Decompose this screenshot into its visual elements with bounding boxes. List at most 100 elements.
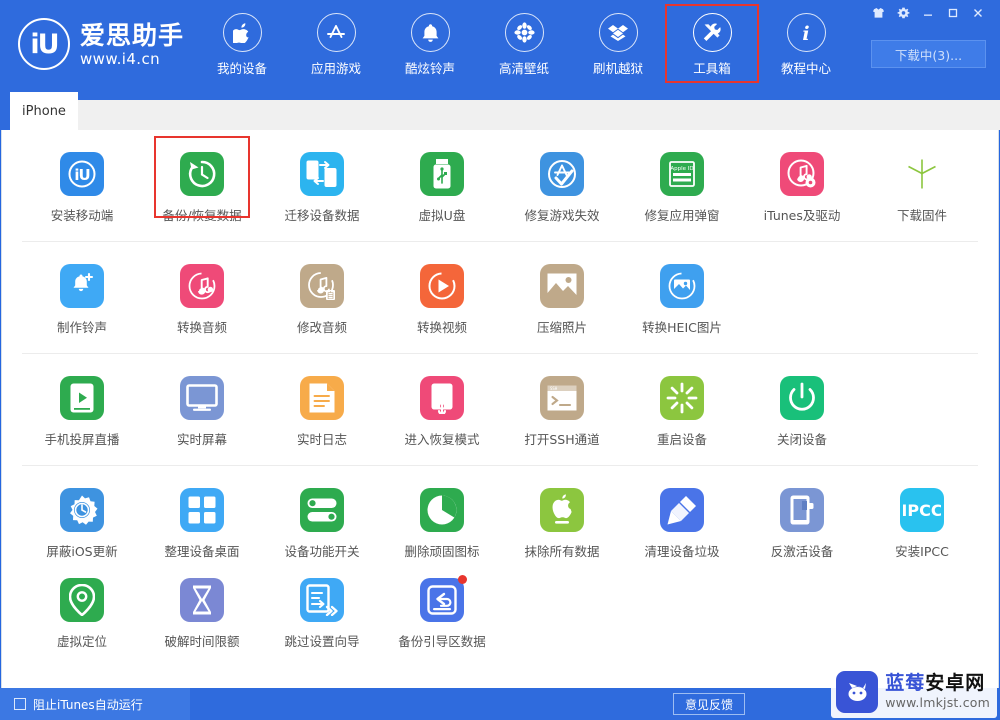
tool-item-label: 进入恢复模式: [404, 432, 480, 447]
gear-icon[interactable]: [891, 3, 915, 23]
tool-item[interactable]: 下载固件: [862, 130, 982, 224]
power-off-icon: [780, 376, 824, 420]
tool-item-label: 备份/恢复数据: [162, 208, 242, 223]
tool-item[interactable]: 删除顽固图标: [382, 466, 502, 560]
top-navigation-bar: iU 爱思助手 www.i4.cn 我的设备 应用游戏 酷炫铃声 高清壁纸 刷机越狱 工具…: [0, 0, 1000, 88]
toolbox-content: iU 安装移动端 备份/恢复数据 迁移设备数据 虚拟U盘 修复游戏失效 Apple ID 修复…: [1, 130, 999, 688]
bell-icon: [410, 13, 450, 52]
itunes-driver-icon: [780, 152, 824, 196]
itunes-block-area: 阻止iTunes自动运行: [0, 688, 190, 720]
tool-item[interactable]: 进入恢复模式: [382, 354, 502, 448]
audio-edit-icon: 自: [300, 264, 344, 308]
nav-item-3[interactable]: 酷炫铃声: [383, 10, 477, 80]
tool-item[interactable]: 备份/恢复数据: [142, 130, 262, 224]
nav-item-2[interactable]: 应用游戏: [289, 10, 383, 80]
tool-item[interactable]: iU 安装移动端: [22, 130, 142, 224]
tool-item-label: iTunes及驱动: [763, 208, 841, 223]
download-status-button[interactable]: 下载中(3)...: [871, 40, 986, 68]
tool-row-5: 虚拟定位 破解时间限额 跳过设置向导 备份引导区数据: [2, 556, 998, 666]
tool-item-label: 打开SSH通道: [524, 432, 600, 447]
notification-badge: [458, 575, 467, 584]
tool-item-label: 制作铃声: [56, 320, 107, 335]
minimize-icon[interactable]: [916, 3, 940, 23]
i4-logo-icon: iU: [18, 18, 70, 70]
tool-item-label: 手机投屏直播: [44, 432, 120, 447]
tool-item[interactable]: 反激活设备: [742, 466, 862, 560]
tool-item[interactable]: 清理设备垃圾: [622, 466, 742, 560]
watermark: 蓝莓安卓网 www.lmkjst.com: [831, 666, 997, 718]
nav-item-label: 应用游戏: [310, 61, 361, 76]
tool-item[interactable]: 转换音频: [142, 242, 262, 336]
block-itunes-checkbox[interactable]: [14, 698, 26, 710]
svg-text:自: 自: [327, 290, 335, 300]
tool-item-label: 安装移动端: [50, 208, 114, 223]
tool-item[interactable]: 虚拟U盘: [382, 130, 502, 224]
tool-item[interactable]: SSH 打开SSH通道: [502, 354, 622, 448]
tool-item[interactable]: 实时屏幕: [142, 354, 262, 448]
tool-item[interactable]: 屏蔽iOS更新: [22, 466, 142, 560]
virtual-location-icon: [60, 578, 104, 622]
nav-item-6[interactable]: 工具箱: [665, 4, 759, 83]
nav-item-5[interactable]: 刷机越狱: [571, 10, 665, 80]
tool-item[interactable]: 修复游戏失效: [502, 130, 622, 224]
tool-item[interactable]: 实时日志: [262, 354, 382, 448]
nav-item-label: 工具箱: [693, 61, 731, 76]
tool-item[interactable]: 压缩照片: [502, 242, 622, 336]
arrange-home-icon: [180, 488, 224, 532]
tool-item[interactable]: 转换HEIC图片: [622, 242, 742, 336]
tool-item-label: 实时屏幕: [176, 432, 227, 447]
android-mascot-icon: [836, 671, 879, 713]
tool-item[interactable]: 整理设备桌面: [142, 466, 262, 560]
tool-item[interactable]: 虚拟定位: [22, 556, 142, 650]
tool-item-label: 虚拟U盘: [418, 208, 466, 223]
appstore-fix-icon: [540, 152, 584, 196]
tool-item-label: 下载固件: [896, 208, 947, 223]
appstore-icon: [316, 13, 356, 52]
tool-item-label: 压缩照片: [536, 320, 587, 335]
live-screen-icon: [180, 376, 224, 420]
tool-item-label: 转换音频: [176, 320, 227, 335]
skin-icon[interactable]: [866, 3, 890, 23]
tool-item[interactable]: iTunes及驱动: [742, 130, 862, 224]
nav-item-1[interactable]: 我的设备: [195, 10, 289, 80]
i4-app-icon: iU: [60, 152, 104, 196]
tool-item[interactable]: 手机投屏直播: [22, 354, 142, 448]
nav-item-4[interactable]: 高清壁纸: [477, 10, 571, 80]
nav-item-7[interactable]: i 教程中心: [759, 10, 853, 80]
brand-name: 爱思助手: [80, 21, 185, 50]
tool-item[interactable]: 重启设备: [622, 354, 742, 448]
tool-item-label: 转换HEIC图片: [642, 320, 722, 335]
recovery-mode-icon: [420, 376, 464, 420]
tool-item[interactable]: 自修改音频: [262, 242, 382, 336]
tool-item[interactable]: 制作铃声: [22, 242, 142, 336]
tool-item[interactable]: 转换视频: [382, 242, 502, 336]
tab-iphone-label: iPhone: [22, 103, 66, 119]
info-icon: i: [786, 13, 826, 52]
tool-item[interactable]: Apple ID 修复应用弹窗: [622, 130, 742, 224]
tool-item[interactable]: 抹除所有数据: [502, 466, 622, 560]
tool-item-label: 转换视频: [416, 320, 467, 335]
feedback-button[interactable]: 意见反馈: [673, 693, 745, 715]
tool-item-label: 破解时间限额: [164, 634, 240, 649]
tab-iphone[interactable]: iPhone: [10, 92, 78, 130]
reboot-icon: [660, 376, 704, 420]
tool-item[interactable]: 迁移设备数据: [262, 130, 382, 224]
tools-icon: [692, 13, 732, 52]
svg-text:SSH: SSH: [550, 386, 558, 391]
tool-item[interactable]: 跳过设置向导: [262, 556, 382, 650]
tool-item[interactable]: 设备功能开关: [262, 466, 382, 560]
remove-icon-icon: [420, 488, 464, 532]
brand-url: www.i4.cn: [80, 50, 161, 68]
maximize-icon[interactable]: [941, 3, 965, 23]
tool-item-label: 迁移设备数据: [284, 208, 360, 223]
close-icon[interactable]: [966, 3, 990, 23]
tool-item[interactable]: IPCC 安装IPCC: [862, 466, 982, 560]
svg-text:iU: iU: [74, 166, 89, 184]
tool-item[interactable]: 备份引导区数据: [382, 556, 502, 650]
main-nav-items: 我的设备 应用游戏 酷炫铃声 高清壁纸 刷机越狱 工具箱 i 教程中心: [195, 4, 853, 83]
migrate-data-icon: [300, 152, 344, 196]
tab-strip-filler: [78, 100, 1000, 130]
tool-item[interactable]: 关闭设备: [742, 354, 862, 448]
tool-item[interactable]: 破解时间限额: [142, 556, 262, 650]
watermark-text: 蓝莓安卓网 www.lmkjst.com: [885, 674, 990, 710]
